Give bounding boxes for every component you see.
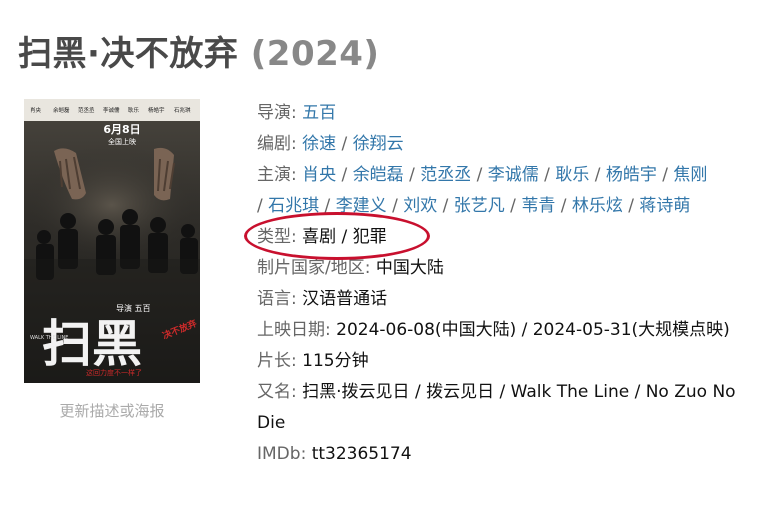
poster-credit: 杨皓宇	[148, 106, 165, 114]
language-row: 语言: 汉语普通话	[257, 284, 757, 315]
movie-title: 扫黑·决不放弃	[18, 34, 239, 74]
country-row: 制片国家/地区: 中国大陆	[257, 253, 757, 284]
cast-link[interactable]: 余皑磊	[353, 165, 404, 185]
cast-link[interactable]: 林乐炫	[572, 196, 623, 216]
imdb-label: IMDb:	[257, 444, 312, 464]
genre-label: 类型:	[257, 227, 303, 247]
genre-value: 喜剧	[302, 227, 337, 247]
language-label: 语言:	[257, 289, 303, 309]
country-label: 制片国家/地区:	[257, 258, 376, 278]
runtime-row: 片长: 115分钟	[257, 346, 757, 377]
poster-tagline: 这回力度不一样了	[86, 368, 142, 377]
cast-link[interactable]: 张艺凡	[454, 196, 505, 216]
writer-row: 编剧: 徐速 / 徐翔云	[257, 134, 404, 154]
runtime-label: 片长:	[257, 351, 303, 371]
cast-link[interactable]: 李诚儒	[488, 165, 539, 185]
release-label: 上映日期:	[257, 320, 337, 340]
poster-title-glyphs: 扫黑	[42, 315, 142, 373]
cast-link[interactable]: 肖央	[302, 165, 336, 185]
update-poster-link[interactable]: 更新描述或海报	[24, 400, 200, 421]
cast-link[interactable]: 杨皓宇	[606, 165, 657, 185]
writer-link[interactable]: 徐速	[302, 134, 336, 154]
poster-english-title: WALK THE LINE	[30, 335, 68, 341]
cast-link[interactable]: 蒋诗萌	[639, 196, 690, 216]
imdb-value: tt32365174	[311, 444, 412, 464]
page-title: 扫黑·决不放弃 (2024)	[18, 26, 379, 75]
cast-label: 主演:	[257, 165, 303, 185]
movie-poster[interactable]: 肖央 余皑磊 范丞丞 李诚儒 耿乐 杨皓宇 石兆琪 6月8日 全国上映 导演 五…	[24, 99, 200, 383]
cast-link[interactable]: 苇青	[521, 196, 555, 216]
imdb-row: IMDb: tt32365174	[257, 439, 757, 470]
poster-credit: 范丞丞	[78, 106, 95, 114]
poster-credit: 耿乐	[128, 106, 140, 114]
director-row: 导演: 五百	[257, 98, 757, 129]
genre-row: 类型: 喜剧 / 犯罪	[257, 227, 387, 247]
release-value: 2024-06-08(中国大陆) / 2024-05-31(大规模点映)	[336, 320, 730, 340]
runtime-value: 115分钟	[302, 351, 369, 371]
genre-value: 犯罪	[352, 227, 387, 247]
cast-link[interactable]: 范丞丞	[420, 165, 471, 185]
aka-label: 又名:	[257, 382, 303, 402]
cast-link[interactable]: 刘欢	[403, 196, 437, 216]
poster-credit: 余皑磊	[53, 106, 70, 114]
poster-credit: 石兆琪	[174, 106, 191, 114]
aka-value: 扫黑·拨云见日 / 拨云见日 / Walk The Line / No Zuo …	[257, 382, 736, 433]
release-row: 上映日期: 2024-06-08(中国大陆) / 2024-05-31(大规模点…	[257, 315, 757, 346]
cast-link[interactable]: 石兆琪	[268, 196, 319, 216]
director-label: 导演:	[257, 103, 303, 123]
poster-director: 导演 五百	[116, 303, 151, 313]
director-link[interactable]: 五百	[302, 103, 336, 123]
movie-info: 导演: 五百 编剧: 徐速 / 徐翔云 主演: 肖央 / 余皑磊 / 范丞丞 /…	[257, 98, 757, 470]
country-value: 中国大陆	[375, 258, 444, 278]
movie-year: (2024)	[250, 34, 380, 74]
aka-row: 又名: 扫黑·拨云见日 / 拨云见日 / Walk The Line / No …	[257, 377, 757, 439]
poster-date: 6月8日	[103, 123, 140, 136]
cast-row: 主演: 肖央 / 余皑磊 / 范丞丞 / 李诚儒 / 耿乐 / 杨皓宇 / 焦刚…	[257, 165, 708, 216]
writer-link[interactable]: 徐翔云	[353, 134, 404, 154]
poster-credit: 肖央	[30, 106, 42, 114]
cast-link[interactable]: 耿乐	[555, 165, 589, 185]
cast-link[interactable]: 李建义	[336, 196, 387, 216]
poster-credit: 李诚儒	[103, 106, 120, 114]
language-value: 汉语普通话	[302, 289, 388, 309]
cast-link[interactable]: 焦刚	[673, 165, 707, 185]
writer-label: 编剧:	[257, 134, 303, 154]
